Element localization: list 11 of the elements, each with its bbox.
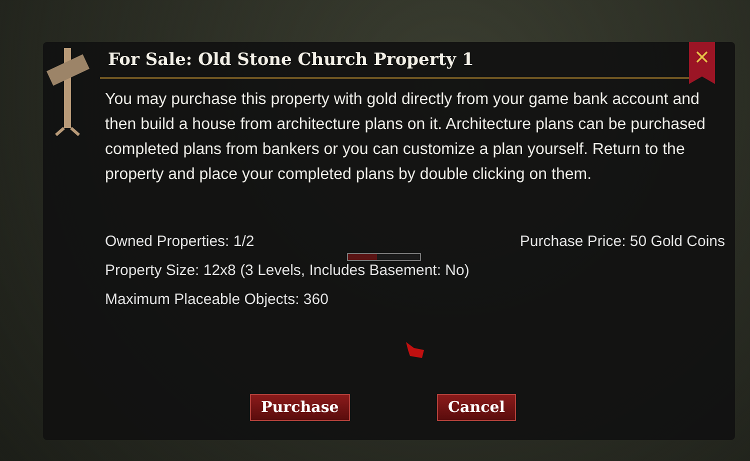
dialog-title: For Sale: Old Stone Church Property 1 bbox=[108, 49, 475, 72]
purchase-button[interactable]: Purchase bbox=[250, 394, 350, 421]
purchase-price-text: Purchase Price: 50 Gold Coins bbox=[520, 232, 725, 252]
property-size-text: Property Size: 12x8 (3 Levels, Includes Basement: No) bbox=[105, 261, 470, 281]
description-text: You may purchase this property with gold directly from your game bank account and then build a house from architecture plans on it. Architecture plans can be purchased completed plans from bankers or you can customize a plan yourself. Return to the property and place your completed plans by double clicking on them. bbox=[105, 90, 706, 185]
pointer-icon bbox=[404, 340, 426, 360]
cancel-button[interactable]: Cancel bbox=[437, 394, 516, 421]
max-objects-text: Maximum Placeable Objects: 360 bbox=[105, 290, 330, 310]
close-button[interactable] bbox=[689, 42, 715, 84]
close-icon bbox=[696, 51, 708, 63]
owned-properties-text: Owned Properties: 1/2 bbox=[105, 232, 254, 252]
